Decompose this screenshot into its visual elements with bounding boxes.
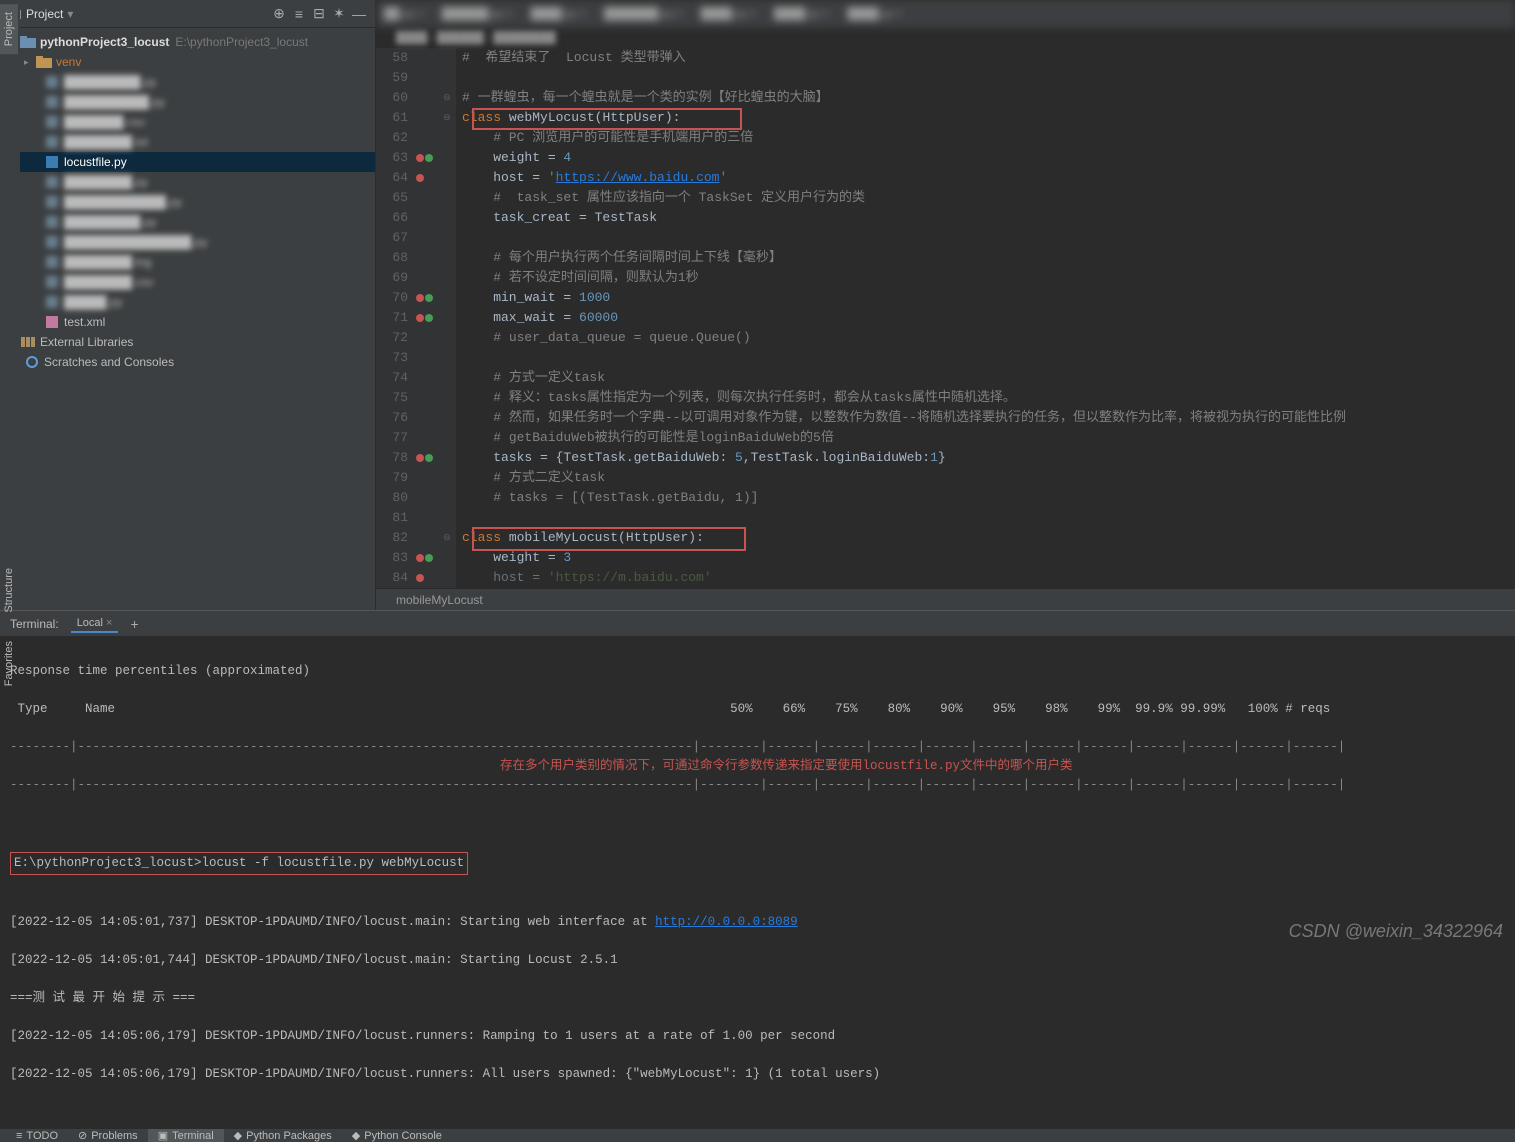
tree-item[interactable]: ████████.txt — [0, 132, 375, 152]
project-header: Project ▾ ⊕ ≡ ⊟ ✶ — — [0, 0, 375, 28]
tree-root[interactable]: ▾ pythonProject3_locust E:\pythonProject… — [0, 32, 375, 52]
code-content[interactable]: # 希望结束了 Locust 类型带弹入# 一群蝗虫，每一个蝗虫就是一个类的实例… — [456, 48, 1515, 588]
editor-tabs[interactable]: ██.py ×██████.py ×████.py ×███████.py ×█… — [376, 0, 1515, 28]
term-log: [2022-12-05 14:05:06,179] DESKTOP-1PDAUM… — [10, 1065, 1505, 1084]
hide-icon[interactable]: — — [349, 4, 369, 24]
expand-icon[interactable]: ≡ — [289, 4, 309, 24]
left-sidebar: Project — [0, 4, 20, 564]
tree-item[interactable]: ████████.csv — [0, 272, 375, 292]
tab-terminal[interactable]: ▣ Terminal — [148, 1129, 224, 1142]
tree-item[interactable]: ████████████.py — [0, 192, 375, 212]
terminal-tab-local[interactable]: Local × — [71, 615, 119, 633]
tree-item[interactable]: ███████.csv — [0, 112, 375, 132]
tree-item[interactable]: ███████████████.py — [0, 232, 375, 252]
tree-item[interactable]: █████████.py — [0, 212, 375, 232]
sidetab-favorites[interactable]: Favorites — [0, 633, 18, 694]
term-sep: --------|-------------------------------… — [10, 776, 1505, 795]
dropdown-icon[interactable]: ▾ — [67, 7, 73, 21]
term-cmd-line: E:\pythonProject3_locust>locust -f locus… — [10, 852, 1505, 875]
sidetab-structure[interactable]: Structure — [0, 560, 18, 621]
tab-python-console[interactable]: ◆ Python Console — [342, 1129, 452, 1142]
library-icon — [20, 335, 36, 349]
folder-icon — [20, 35, 36, 49]
term-columns: Type Name 50% 66% 75% 80% 90% 95% 98% 99… — [10, 700, 1505, 719]
xml-file-icon — [44, 315, 60, 329]
code-editor: ██.py ×██████.py ×████.py ×███████.py ×█… — [376, 0, 1515, 610]
project-tree[interactable]: ▾ pythonProject3_locust E:\pythonProject… — [0, 28, 375, 376]
gutter-marks — [416, 48, 438, 588]
highlight-box-1 — [472, 108, 742, 130]
project-panel: Project ▾ ⊕ ≡ ⊟ ✶ — ▾ pythonProject3_loc… — [0, 0, 376, 610]
terminal-panel: Terminal: Local × + Response time percen… — [0, 610, 1515, 1128]
term-log: [2022-12-05 14:05:01,744] DESKTOP-1PDAUM… — [10, 951, 1505, 970]
tab-problems[interactable]: ⊘ Problems — [68, 1129, 148, 1142]
tree-selected-file[interactable]: locustfile.py — [0, 152, 375, 172]
term-log: [2022-12-05 14:05:01,737] DESKTOP-1PDAUM… — [10, 913, 1505, 932]
tree-item[interactable]: ████████.log — [0, 252, 375, 272]
tree-scratches[interactable]: Scratches and Consoles — [0, 352, 375, 372]
terminal-tabs: Terminal: Local × + — [0, 611, 1515, 637]
tree-item[interactable]: █████████.py — [0, 72, 375, 92]
term-header: Response time percentiles (approximated) — [10, 662, 1505, 681]
locate-icon[interactable]: ⊕ — [269, 4, 289, 24]
tree-item[interactable]: ████████.py — [0, 172, 375, 192]
folder-icon — [36, 55, 52, 69]
breadcrumb: ████ › ██████ › ████████ — [376, 28, 1515, 48]
tree-item[interactable]: █████.py — [0, 292, 375, 312]
tree-testxml[interactable]: test.xml — [0, 312, 375, 332]
tree-venv[interactable]: ▸ venv — [0, 52, 375, 72]
collapse-icon[interactable]: ⊟ — [309, 4, 329, 24]
sidetab-project[interactable]: Project — [0, 4, 18, 54]
code-area[interactable]: 5859606162636465666768697071727374757677… — [376, 48, 1515, 588]
term-log: ===测 试 最 开 始 提 示 === — [10, 989, 1505, 1008]
term-log: [2022-12-05 14:05:06,179] DESKTOP-1PDAUM… — [10, 1027, 1505, 1046]
term-sep: --------|-------------------------------… — [10, 738, 1505, 757]
terminal-add-tab[interactable]: + — [130, 616, 138, 632]
highlight-box-2 — [472, 527, 746, 551]
left-sidebar-bottom: Structure Favorites — [0, 560, 22, 694]
line-numbers: 5859606162636465666768697071727374757677… — [376, 48, 416, 588]
tree-ext-libs[interactable]: ▸ External Libraries — [0, 332, 375, 352]
watermark: CSDN @weixin_34322964 — [1289, 921, 1503, 942]
terminal-output[interactable]: Response time percentiles (approximated)… — [0, 637, 1515, 1128]
scratch-icon — [24, 355, 40, 369]
project-title: Project — [26, 7, 63, 21]
fold-column[interactable]: ⊖⊖⊖ — [438, 48, 456, 588]
term-annotation: 存在多个用户类别的情况下，可通过命令行参数传递来指定要使用locustfile.… — [500, 757, 1073, 776]
python-file-icon — [44, 155, 60, 169]
breadcrumb-bottom[interactable]: mobileMyLocust — [376, 588, 1515, 610]
tab-todo[interactable]: ≡ TODO — [6, 1129, 68, 1142]
tab-python-packages[interactable]: ◆ Python Packages — [224, 1129, 342, 1142]
settings-icon[interactable]: ✶ — [329, 4, 349, 24]
tree-item[interactable]: ██████████.py — [0, 92, 375, 112]
bottom-toolbar: ≡ TODO ⊘ Problems ▣ Terminal ◆ Python Pa… — [0, 1128, 1515, 1142]
